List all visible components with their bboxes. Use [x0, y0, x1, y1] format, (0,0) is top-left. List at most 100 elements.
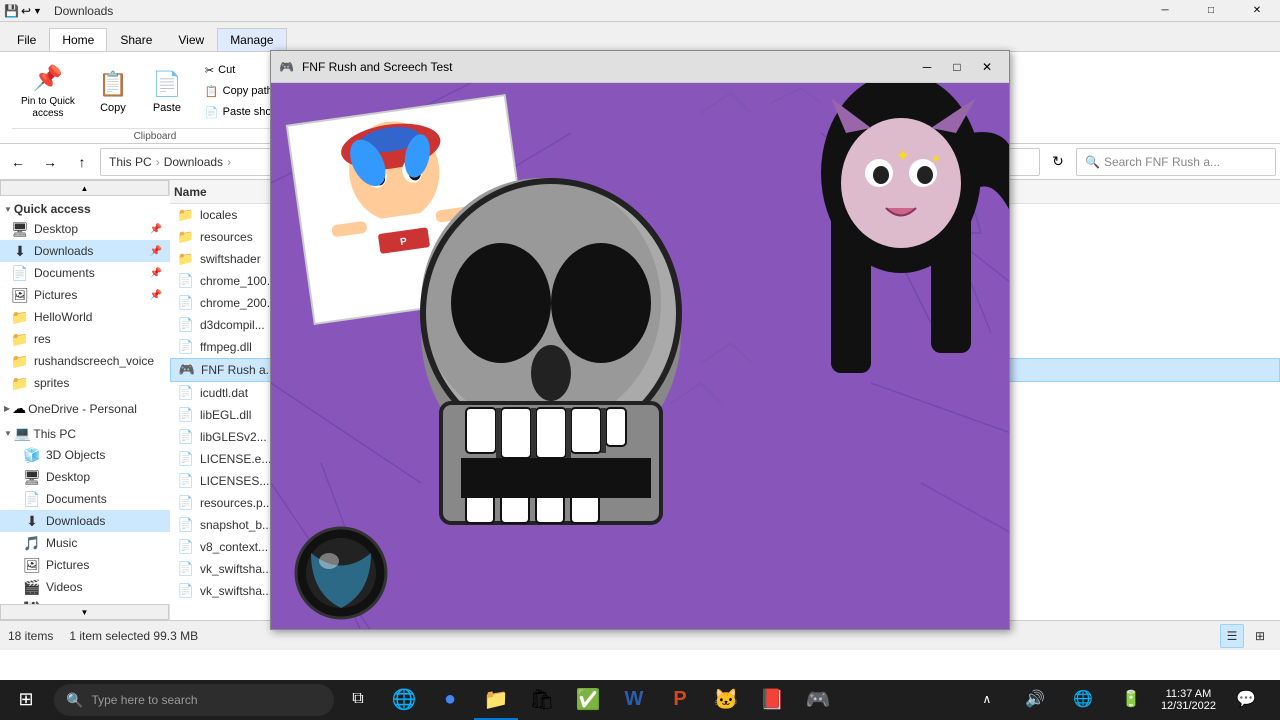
pin-quick-access-button[interactable]: 📌 Pin to Quickaccess — [12, 56, 84, 126]
refresh-button[interactable]: ↻ — [1044, 148, 1072, 176]
paste-shortcut-icon: 📄 — [205, 106, 219, 119]
copy-button[interactable]: 📋 Copy — [88, 56, 138, 126]
folder-icon: 📁 — [178, 251, 194, 267]
show-hidden-icons[interactable]: ∧ — [965, 680, 1009, 720]
app9-button[interactable]: 📕 — [750, 680, 794, 720]
list-view-button[interactable]: ☰ — [1220, 624, 1244, 648]
sidebar-desktop-label: Desktop — [34, 222, 78, 236]
close-button[interactable]: ✕ — [1234, 0, 1280, 22]
scratch-button[interactable]: 🐱 — [704, 680, 748, 720]
time-display[interactable]: 11:37 AM 12/31/2022 — [1157, 688, 1220, 712]
sidebar-item-desktop[interactable]: 🖥 Desktop 📌 — [0, 218, 170, 240]
file-icon: 📄 — [178, 339, 194, 355]
taskview-button[interactable]: ⧉ — [336, 680, 380, 720]
documents2-icon: 📄 — [24, 491, 40, 507]
sidebar-item-documents[interactable]: 📄 Documents 📌 — [0, 262, 170, 284]
sidebar-item-pictures[interactable]: 🖼 Pictures 📌 — [0, 284, 170, 306]
sidebar-item-videos[interactable]: 🎬 Videos — [0, 576, 170, 598]
sidebar-item-documents2[interactable]: 📄 Documents — [0, 488, 170, 510]
pictures2-icon: 🖼 — [24, 557, 40, 573]
sidebar-3d-label: 3D Objects — [46, 448, 105, 462]
app10-button[interactable]: 🎮 — [796, 680, 840, 720]
file-icon: 📄 — [178, 429, 194, 445]
sidebar-item-3dobjects[interactable]: 🧊 3D Objects — [0, 444, 170, 466]
pin-indicator2: 📌 — [150, 246, 162, 257]
breadcrumb-thispc[interactable]: This PC — [109, 155, 152, 169]
svg-text:✦: ✦ — [931, 152, 941, 166]
network-button[interactable]: 🌐 — [1061, 680, 1105, 720]
sidebar-item-pictures2[interactable]: 🖼 Pictures — [0, 554, 170, 576]
sidebar-item-helloworld[interactable]: 📁 HelloWorld — [0, 306, 170, 328]
save-icon[interactable]: 💾 — [4, 4, 19, 18]
taskbar-search[interactable]: 🔍 Type here to search — [54, 684, 334, 716]
sidebar-scroll-up[interactable]: ▲ — [0, 180, 169, 196]
tab-home[interactable]: Home — [49, 28, 107, 51]
sidebar-item-res[interactable]: 📁 res — [0, 328, 170, 350]
volume-button[interactable]: 🔊 — [1013, 680, 1057, 720]
pin-indicator: 📌 — [150, 224, 162, 235]
minimize-button[interactable]: ─ — [1142, 0, 1188, 22]
chrome-button[interactable]: ● — [428, 680, 472, 720]
back-button[interactable]: ← — [4, 148, 32, 176]
breadcrumb-downloads[interactable]: Downloads — [164, 155, 223, 169]
sidebar-downloads-label: Downloads — [34, 244, 93, 258]
fnf-maximize-button[interactable]: □ — [943, 56, 971, 78]
sidebar-section-onedrive[interactable]: ▶ ☁ OneDrive - Personal — [0, 398, 170, 419]
name-column-header: Name — [174, 185, 207, 199]
sidebar-item-music[interactable]: 🎵 Music — [0, 532, 170, 554]
up-button[interactable]: ↑ — [68, 148, 96, 176]
tab-file[interactable]: File — [4, 28, 49, 51]
res-icon: 📁 — [12, 331, 28, 347]
maximize-button[interactable]: □ — [1188, 0, 1234, 22]
dropdown-arrow[interactable]: ▼ — [33, 6, 42, 16]
notification-button[interactable]: 💬 — [1224, 680, 1268, 720]
3dobjects-icon: 🧊 — [24, 447, 40, 463]
forward-button[interactable]: → — [36, 148, 64, 176]
undo-icon[interactable]: ↩ — [21, 4, 31, 18]
explorer-button[interactable]: 📁 — [474, 680, 518, 720]
paste-button[interactable]: 📄 Paste — [142, 56, 192, 126]
file-icon: 📄 — [178, 273, 194, 289]
quickaccess-label: Quick access — [14, 202, 91, 216]
downloads-icon: ⬇ — [12, 243, 28, 259]
battery-button[interactable]: 🔋 — [1109, 680, 1153, 720]
tab-share[interactable]: Share — [107, 28, 165, 51]
fnf-game-content[interactable]: P — [271, 83, 1009, 629]
sidebar-container: ▲ ▼ Quick access 🖥 Desktop 📌 ⬇ Downloads… — [0, 180, 170, 620]
sidebar-sprites-label: sprites — [34, 376, 69, 390]
sidebar-item-desktop2[interactable]: 🖥 Desktop — [0, 466, 170, 488]
taskbar: ⊞ 🔍 Type here to search ⧉ 🌐 ● 📁 🛍 ✅ W P … — [0, 680, 1280, 720]
app10-icon: 🎮 — [806, 687, 831, 712]
file-name: libGLESv2... — [200, 430, 267, 444]
sidebar-videos-label: Videos — [46, 580, 82, 594]
ribbon-tabs: File Home Share View Manage — [0, 22, 1280, 52]
tab-view[interactable]: View — [165, 28, 217, 51]
todo-button[interactable]: ✅ — [566, 680, 610, 720]
sidebar-helloworld-label: HelloWorld — [34, 310, 92, 324]
sidebar-item-sprites[interactable]: 📁 sprites — [0, 372, 170, 394]
sidebar-item-downloads[interactable]: ⬇ Downloads 📌 — [0, 240, 170, 262]
sidebar-section-quickaccess[interactable]: ▼ Quick access — [0, 200, 170, 218]
file-name: vk_swiftsha... — [200, 584, 272, 598]
file-name: d3dcompil... — [200, 318, 265, 332]
sidebar-scroll-down[interactable]: ▼ — [0, 604, 169, 620]
store-button[interactable]: 🛍 — [520, 680, 564, 720]
title-bar-left: 💾 ↩ ▼ Downloads — [0, 4, 113, 18]
fnf-title-left: 🎮 FNF Rush and Screech Test — [279, 60, 452, 74]
fnf-titlebar: 🎮 FNF Rush and Screech Test ─ □ ✕ — [271, 51, 1009, 83]
fnf-minimize-button[interactable]: ─ — [913, 56, 941, 78]
fnf-close-button[interactable]: ✕ — [973, 56, 1001, 78]
tab-manage[interactable]: Manage — [217, 28, 286, 51]
edge-button[interactable]: 🌐 — [382, 680, 426, 720]
word-button[interactable]: W — [612, 680, 656, 720]
grid-view-button[interactable]: ⊞ — [1248, 624, 1272, 648]
file-name: vk_swiftsha... — [200, 562, 272, 576]
sidebar-item-downloads2[interactable]: ⬇ Downloads — [0, 510, 170, 532]
file-name: swiftshader — [200, 252, 261, 266]
fnf-window-controls: ─ □ ✕ — [913, 56, 1001, 78]
sidebar-item-rushandscreech[interactable]: 📁 rushandscreech_voice — [0, 350, 170, 372]
sidebar-section-thispc[interactable]: ▼ 💻 This PC — [0, 423, 170, 444]
start-button[interactable]: ⊞ — [4, 680, 48, 720]
powerpoint-button[interactable]: P — [658, 680, 702, 720]
search-bar[interactable]: 🔍 Search FNF Rush a... — [1076, 148, 1276, 176]
